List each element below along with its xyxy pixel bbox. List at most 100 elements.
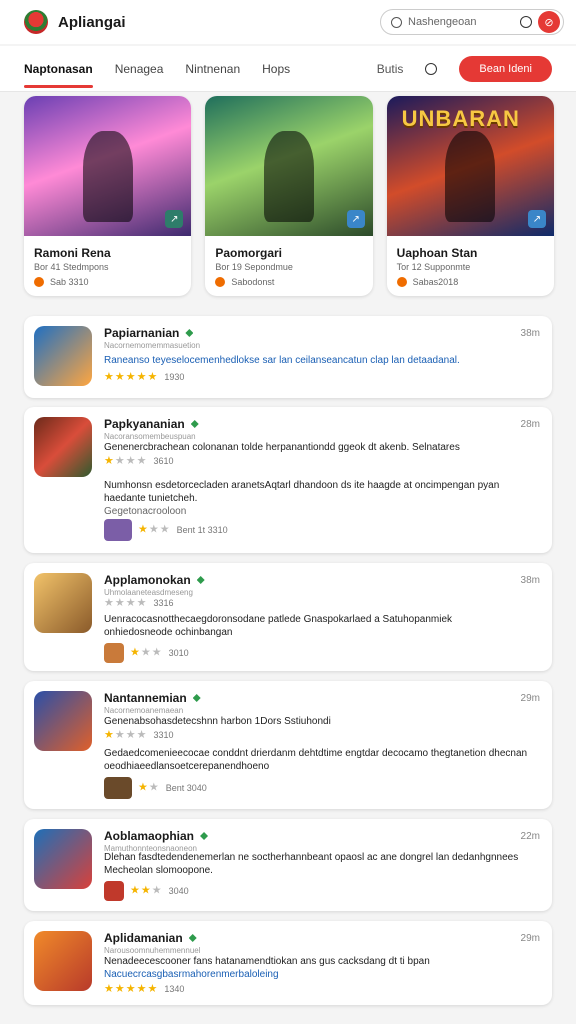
- item-caption: Narousoomnuhemmennuel: [104, 946, 201, 955]
- rating-stars: ★★★★: [104, 729, 148, 741]
- share-icon[interactable]: ↗: [165, 210, 184, 228]
- rating-stars: ★★★★: [104, 455, 148, 467]
- item-caption: Nacoransomembeuspuan: [104, 432, 196, 441]
- item-line-text: Uenracocasnotthecaegdoronsodane patlede …: [104, 614, 453, 625]
- list-item[interactable]: Papkyananian 28m Nacoransomembeuspuan Ge…: [24, 407, 552, 553]
- app-icon: [34, 417, 92, 477]
- item-footer: ★★★ 3010: [104, 643, 538, 663]
- dot-icon: [34, 277, 44, 287]
- featured-title: Ramoni Rena: [34, 246, 111, 260]
- featured-sub: Tor 12 Supponmte: [396, 262, 471, 272]
- item-name: Aoblamaophian: [104, 829, 209, 843]
- featured-sub: Bor 41 Stedmpons: [34, 262, 109, 272]
- item-line-2: Mecheolan slomoopone.: [104, 865, 213, 876]
- item-name: Papiarnanian: [104, 326, 194, 340]
- featured-title: Uaphoan Stan: [396, 246, 478, 260]
- dot-icon: [215, 277, 226, 287]
- list-item[interactable]: Nantannemian 29m Nacornemoanemaean Genen…: [24, 681, 552, 809]
- item-footer: ★★★ Bent 1t 3310: [104, 519, 538, 541]
- thumbnail: [104, 777, 132, 799]
- search-submit-icon[interactable]: [520, 16, 532, 28]
- tab-hops[interactable]: Hops: [262, 46, 290, 92]
- tab-nenagea[interactable]: Nenagea: [115, 46, 164, 92]
- item-name: Papkyananian: [104, 417, 199, 431]
- tab-naptonasan[interactable]: Naptonasan: [24, 46, 93, 92]
- item-name-text: Aoblamaophian: [104, 829, 195, 843]
- rating-count: 1930: [164, 372, 185, 382]
- verified-icon: [192, 694, 201, 702]
- item-rating: ★★★★★ 1340: [104, 983, 538, 996]
- item-rating: ★★★★★ 1930: [104, 371, 538, 384]
- app-icon: [34, 573, 92, 633]
- list-item[interactable]: Applamonokan 38m Uhmolaaneteasdmeseng ★★…: [24, 563, 552, 671]
- share-icon[interactable]: ↗: [527, 210, 546, 228]
- item-description: Gedaedcomenieecocae conddnt drierdanm de…: [104, 748, 528, 772]
- item-name: Nantannemian: [104, 691, 201, 705]
- thumbnail: [104, 519, 132, 541]
- item-date: 22m: [520, 831, 540, 842]
- avatar[interactable]: ⊘: [538, 11, 560, 33]
- meta-text: Sab 3310: [50, 277, 89, 287]
- footer-text: 3010: [168, 647, 189, 658]
- item-date: 29m: [520, 933, 540, 944]
- item-date: 29m: [520, 693, 540, 704]
- featured-card[interactable]: ↗ Ramoni Rena Bor 41 Stedmpons Sab 3310: [24, 96, 192, 296]
- item-name: Aplidamanian: [104, 931, 197, 945]
- rating-stars: ★★★: [138, 523, 171, 536]
- list-item[interactable]: Papiarnanian 38m Nacornemomemmasuetion R…: [24, 316, 552, 398]
- item-line: Genenabsohasdetecshnn harbon 1Dors Sstiu…: [104, 716, 331, 727]
- item-name: Applamonokan: [104, 573, 205, 587]
- list-item[interactable]: Aplidamanian 29m Narousoomnuhemmennuel N…: [24, 921, 552, 1005]
- item-rating: ★★★★ 3310: [104, 729, 538, 742]
- item-name-text: Nantannemian: [104, 691, 187, 705]
- item-footer: ★★★ 3040: [104, 881, 538, 901]
- thumbnail: [104, 881, 124, 901]
- item-name-text: Aplidamanian: [104, 931, 183, 945]
- item-rating: ★★★★ 3316: [104, 597, 538, 610]
- verified-icon: [190, 420, 199, 428]
- character-figure: [445, 131, 496, 222]
- item-caption: Nacornemomemmasuetion: [104, 341, 201, 350]
- app-name: Apliangai: [58, 13, 126, 31]
- tab-nintnenan[interactable]: Nintnenan: [185, 46, 240, 92]
- character-figure: [82, 131, 133, 222]
- character-figure: [263, 131, 315, 222]
- item-line: Dlehan fasdtedendenemerlan ne soctherhan…: [104, 852, 519, 863]
- list-item[interactable]: Aoblamaophian 22m Mamuthonnteonsnaoneon …: [24, 819, 552, 911]
- item-description-extra: Gegetonacrooloon: [104, 506, 187, 517]
- share-icon[interactable]: ↗: [346, 210, 365, 228]
- item-line-2: Nacuecrcasgbasrmahorenmerbaloleing: [104, 969, 279, 980]
- app-logo[interactable]: [24, 10, 48, 34]
- item-name-text: Papiarnanian: [104, 326, 180, 340]
- rating-count: 1340: [164, 984, 185, 994]
- app-icon: [34, 326, 92, 386]
- stats-link[interactable]: Butis: [377, 62, 404, 76]
- rating-stars: ★★★★: [104, 597, 148, 609]
- item-caption: Uhmolaaneteasdmeseng: [104, 588, 193, 597]
- top-bar: Apliangai Nashengeoan ⊘: [0, 0, 576, 44]
- search-icon[interactable]: [425, 62, 438, 75]
- featured-card[interactable]: UNBARAN ↗ Uaphoan Stan Tor 12 Supponmte …: [386, 96, 554, 296]
- search-bar[interactable]: Nashengeoan ⊘: [380, 9, 564, 35]
- app-icon: [34, 691, 92, 751]
- meta-text: Sabodonst: [231, 277, 275, 287]
- item-rating: ★★★★ 3610: [104, 455, 538, 468]
- cta-button[interactable]: Bean Ideni: [459, 55, 552, 82]
- item-name-text: Papkyananian: [104, 417, 185, 431]
- featured-meta: Sabodonst: [205, 272, 372, 292]
- thumbnail: [104, 643, 124, 663]
- featured-sub: Bor 19 Sepondmue: [215, 262, 293, 272]
- rating-stars: ★★: [138, 781, 160, 794]
- verified-icon: [200, 832, 209, 840]
- rating-count: 3310: [153, 730, 174, 740]
- app-icon: [34, 931, 92, 991]
- dot-icon: [396, 277, 407, 287]
- item-name-text: Applamonokan: [104, 573, 191, 587]
- item-line: Raneanso teyeselocemenhedlokse sar lan c…: [104, 355, 460, 366]
- verified-icon: [188, 934, 197, 942]
- search-input[interactable]: Nashengeoan: [408, 16, 520, 28]
- featured-card[interactable]: ↗ Paomorgari Bor 19 Sepondmue Sabodonst: [205, 96, 373, 296]
- footer-text: Bent 1t 3310: [176, 524, 228, 535]
- meta-text: Sabas2018: [412, 277, 459, 287]
- featured-title: Paomorgari: [215, 246, 283, 260]
